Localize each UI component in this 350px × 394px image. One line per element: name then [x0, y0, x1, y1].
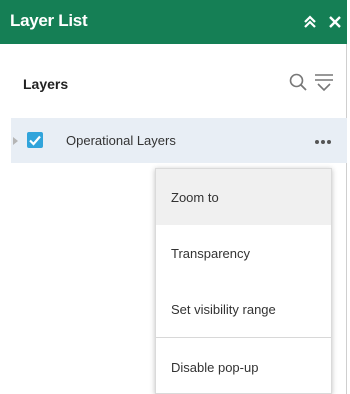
panel-titlebar: Layer List: [0, 0, 347, 44]
section-title: Layers: [23, 76, 69, 92]
layer-visibility-checkbox[interactable]: [27, 132, 43, 148]
checkmark-icon: [29, 135, 41, 146]
menu-divider: [156, 337, 331, 338]
expand-caret-icon[interactable]: [11, 135, 21, 147]
layer-list-panel: Layer List Layers Operational Layers Zoo…: [0, 0, 347, 394]
search-icon[interactable]: [288, 71, 308, 93]
menu-item-set-visibility-range[interactable]: Set visibility range: [156, 281, 331, 337]
close-icon[interactable]: [325, 12, 345, 32]
layer-label: Operational Layers: [66, 133, 176, 148]
double-chevron-up-icon[interactable]: [300, 12, 320, 32]
menu-item-zoom-to[interactable]: Zoom to: [156, 169, 331, 225]
menu-item-label: Transparency: [171, 245, 250, 261]
menu-item-label: Disable pop-up: [171, 359, 259, 375]
layer-row-operational-layers[interactable]: Operational Layers: [11, 118, 347, 163]
menu-item-label: Set visibility range: [171, 301, 276, 317]
menu-item-disable-popup[interactable]: Disable pop-up: [156, 339, 331, 394]
layer-options-menu: Zoom to Transparency Set visibility rang…: [155, 168, 332, 394]
menu-item-label: Zoom to: [171, 189, 219, 205]
more-options-icon[interactable]: [312, 132, 334, 150]
menu-item-transparency[interactable]: Transparency: [156, 225, 331, 281]
panel-title: Layer List: [10, 11, 88, 30]
filter-icon[interactable]: [313, 70, 335, 94]
